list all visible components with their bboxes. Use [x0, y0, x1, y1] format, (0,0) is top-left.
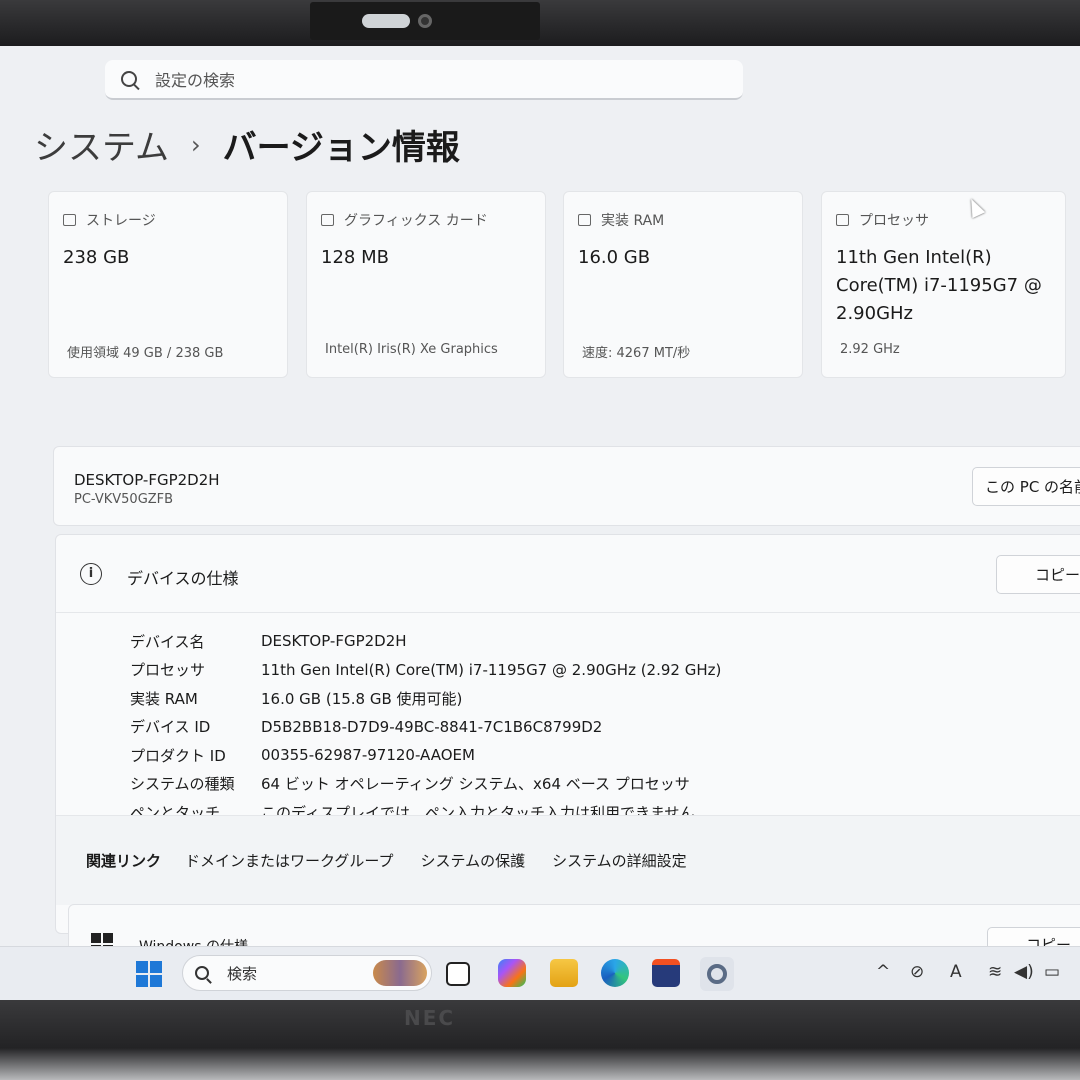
related-links-label: 関連リンク: [86, 852, 162, 870]
settings-search-input[interactable]: 設定の検索: [105, 60, 743, 100]
ram-speed: 速度: 4267 MT/秒: [582, 346, 691, 361]
graphics-value: 128 MB: [321, 247, 389, 268]
spec-value: 11th Gen Intel(R) Core(TM) i7-1195G7 @ 2…: [261, 660, 722, 679]
search-highlight-image: [373, 960, 427, 986]
spec-row: システムの種類 64 ビット オペレーティング システム、x64 ベース プロセッ…: [130, 770, 721, 799]
ram-icon: [578, 214, 591, 226]
m365-copilot-icon[interactable]: [498, 959, 526, 987]
device-model: PC-VKV50GZFB: [74, 492, 174, 507]
storage-usage: 使用領域 49 GB / 238 GB: [67, 346, 224, 361]
graphics-label: グラフィックス カード: [344, 213, 488, 229]
storage-value: 238 GB: [63, 247, 130, 268]
battery-icon[interactable]: ▭: [1044, 962, 1060, 982]
ram-card[interactable]: 実装 RAM 16.0 GB 速度: 4267 MT/秒: [563, 191, 803, 378]
link-domain-workgroup[interactable]: ドメインまたはワークグループ: [185, 850, 394, 871]
screen-bezel-top: [0, 0, 1080, 46]
spec-key: プロダクト ID: [130, 746, 226, 765]
spec-row: 実装 RAM 16.0 GB (15.8 GB 使用可能): [130, 684, 721, 713]
screen-bezel-bottom: NEC: [0, 1000, 1080, 1080]
processor-value: 11th Gen Intel(R) Core(TM) i7-1195G7 @ 2…: [836, 247, 1042, 324]
processor-speed: 2.92 GHz: [840, 342, 900, 357]
gear-icon: [707, 964, 727, 984]
spec-key: デバイス名: [130, 632, 205, 651]
storage-icon: [63, 214, 76, 226]
windows-spec-section[interactable]: Windows の仕様 コピー: [68, 904, 1080, 946]
page-title: バージョン情報: [222, 128, 460, 168]
copy-windows-spec-button[interactable]: コピー: [987, 927, 1080, 946]
graphics-card-icon: [321, 214, 334, 226]
ime-indicator[interactable]: A: [950, 962, 962, 982]
spec-value: 16.0 GB (15.8 GB 使用可能): [261, 689, 463, 708]
spec-row: デバイス ID D5B2BB18-D7D9-49BC-8841-7C1B6C879…: [130, 713, 721, 742]
webcam-shutter: [362, 14, 410, 28]
start-icon[interactable]: [136, 961, 162, 987]
chevron-right-icon: ›: [190, 130, 201, 159]
windows-logo-icon: [91, 933, 113, 946]
copy-device-spec-button[interactable]: コピー: [996, 555, 1080, 594]
device-spec-title: デバイスの仕様: [127, 569, 239, 588]
spec-value: D5B2BB18-D7D9-49BC-8841-7C1B6C8799D2: [261, 717, 603, 736]
graphics-name: Intel(R) Iris(R) Xe Graphics: [325, 342, 498, 357]
spec-key: デバイス ID: [130, 718, 211, 737]
breadcrumb: システム › バージョン情報: [34, 120, 460, 169]
graphics-card[interactable]: グラフィックス カード 128 MB Intel(R) Iris(R) Xe G…: [306, 191, 546, 378]
spec-value: 00355-62987-97120-AAOEM: [261, 746, 475, 765]
search-icon: [121, 71, 137, 87]
webcam-lens-icon: [418, 14, 432, 28]
task-view-icon[interactable]: [446, 962, 470, 986]
device-name-panel: DESKTOP-FGP2D2H PC-VKV50GZFB この PC の名前: [53, 446, 1080, 526]
storage-label: ストレージ: [86, 213, 156, 229]
taskbar-search-label: 検索: [227, 964, 258, 983]
store-icon[interactable]: [652, 959, 680, 987]
spec-rows: デバイス名 DESKTOP-FGP2D2H プロセッサ 11th Gen Intel…: [130, 627, 721, 827]
settings-window: 設定の検索 システム › バージョン情報 ストレージ 238 GB 使用領域 4…: [0, 46, 1080, 946]
rename-pc-button[interactable]: この PC の名前: [972, 467, 1080, 506]
edge-icon[interactable]: [601, 959, 629, 987]
ram-label: 実装 RAM: [601, 213, 665, 229]
search-icon: [195, 966, 209, 980]
link-advanced-system-settings[interactable]: システムの詳細設定: [552, 850, 687, 871]
windows-spec-title: Windows の仕様: [139, 936, 248, 946]
taskbar-search[interactable]: 検索: [182, 955, 432, 991]
file-explorer-icon[interactable]: [550, 959, 578, 987]
camera-off-icon[interactable]: ⊘: [910, 962, 924, 982]
processor-icon: [836, 214, 849, 226]
info-icon: i: [80, 563, 102, 585]
spec-row: デバイス名 DESKTOP-FGP2D2H: [130, 627, 721, 656]
ram-value: 16.0 GB: [578, 247, 651, 268]
settings-icon[interactable]: [700, 957, 734, 991]
spec-row: プロセッサ 11th Gen Intel(R) Core(TM) i7-1195G…: [130, 656, 721, 685]
spec-key: システムの種類: [130, 775, 235, 794]
device-spec-section: i デバイスの仕様 コピー デバイス名 DESKTOP-FGP2D2H プロセッサ…: [55, 534, 1080, 934]
search-placeholder: 設定の検索: [155, 71, 236, 90]
spec-value: DESKTOP-FGP2D2H: [261, 632, 407, 651]
spec-key: プロセッサ: [130, 661, 206, 680]
link-system-protection[interactable]: システムの保護: [421, 850, 526, 871]
device-spec-header[interactable]: i デバイスの仕様 コピー: [56, 535, 1080, 613]
tray-chevron-icon[interactable]: ^: [876, 962, 890, 982]
taskbar: 検索 ^ ⊘ A ≋ ◀) ▭: [0, 946, 1080, 1000]
processor-label: プロセッサ: [859, 213, 929, 229]
storage-card[interactable]: ストレージ 238 GB 使用領域 49 GB / 238 GB: [48, 191, 288, 378]
processor-card[interactable]: プロセッサ 11th Gen Intel(R) Core(TM) i7-1195…: [821, 191, 1066, 378]
volume-icon[interactable]: ◀): [1014, 962, 1034, 982]
brand-logo: NEC: [404, 1006, 456, 1030]
webcam: [310, 2, 540, 40]
breadcrumb-system[interactable]: システム: [34, 120, 169, 169]
device-name: DESKTOP-FGP2D2H: [74, 471, 220, 489]
spec-row: プロダクト ID 00355-62987-97120-AAOEM: [130, 741, 721, 770]
wifi-icon[interactable]: ≋: [988, 962, 1002, 982]
spec-value: 64 ビット オペレーティング システム、x64 ベース プロセッサ: [261, 775, 690, 794]
related-links: 関連リンク ドメインまたはワークグループ システムの保護 システムの詳細設定: [56, 815, 1080, 905]
spec-key: 実装 RAM: [130, 689, 198, 708]
